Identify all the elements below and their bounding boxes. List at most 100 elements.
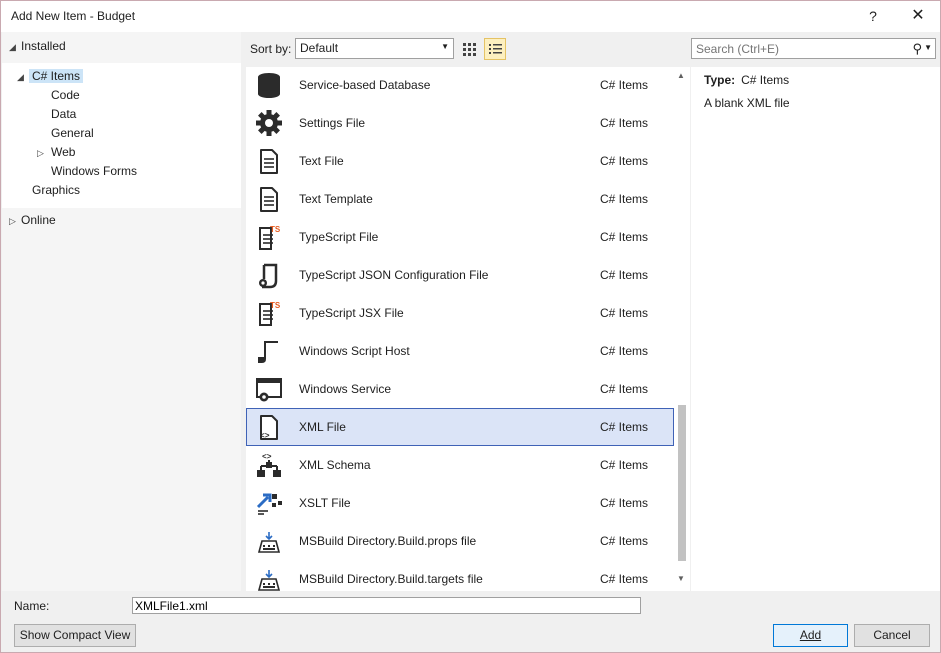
tree-item-csharp-items[interactable]: ◢ C# Items: [17, 67, 84, 87]
template-item-name: Text Template: [299, 192, 373, 206]
close-button[interactable]: ✕: [903, 5, 933, 27]
type-label: Type:: [704, 73, 736, 87]
template-item[interactable]: Service-based Database C# Items: [246, 67, 674, 104]
text-file-icon: [254, 147, 284, 175]
type-value: C# Items: [741, 73, 790, 87]
svg-text:<>: <>: [262, 453, 272, 462]
xslt-file-icon: [254, 489, 284, 517]
search-input[interactable]: [692, 39, 910, 58]
template-item[interactable]: TypeScript JSON Configuration File C# Ite…: [246, 256, 674, 294]
item-description: A blank XML file: [704, 96, 790, 110]
tree-item-data[interactable]: Data: [51, 105, 76, 124]
tree-item-label: C# Items: [29, 69, 84, 83]
template-item-name: TypeScript JSON Configuration File: [299, 268, 489, 282]
template-item[interactable]: Windows Script Host C# Items: [246, 332, 674, 370]
svg-text:TS: TS: [270, 301, 281, 310]
scrollbar-thumb[interactable]: [678, 405, 686, 561]
list-view-button[interactable]: [484, 38, 506, 60]
template-item[interactable]: XSLT File C# Items: [246, 484, 674, 522]
json-config-icon: [254, 261, 284, 289]
search-box[interactable]: ⚲ ▼: [691, 38, 936, 59]
template-item-category: C# Items: [600, 382, 649, 396]
name-label: Name:: [14, 599, 50, 613]
help-button[interactable]: ?: [858, 5, 888, 27]
typescript-jsx-icon: TS: [254, 299, 284, 327]
sort-by-dropdown[interactable]: Default ▼: [295, 38, 454, 59]
template-item-name: XML File: [299, 420, 346, 434]
template-item-name: Windows Service: [299, 382, 392, 396]
template-item-name: MSBuild Directory.Build.props file: [299, 534, 477, 548]
template-item[interactable]: Text Template C# Items: [246, 180, 674, 218]
template-item-name: Settings File: [299, 116, 366, 130]
svg-text:<>: <>: [260, 432, 270, 441]
template-item[interactable]: TS TypeScript File C# Items: [246, 218, 674, 256]
add-button-label: Add: [799, 628, 822, 642]
template-item[interactable]: <> XML Schema C# Items: [246, 446, 674, 484]
template-item-category: C# Items: [600, 458, 649, 472]
template-item-category: C# Items: [600, 192, 649, 206]
tree-item-web[interactable]: ▷ Web: [37, 143, 75, 162]
tree-item-code[interactable]: Code: [51, 86, 80, 105]
windows-service-icon: [254, 375, 284, 403]
xml-file-icon: <>: [254, 413, 284, 441]
template-item-category: C# Items: [600, 496, 649, 510]
show-compact-view-label: Show Compact View: [19, 628, 131, 642]
dropdown-arrow-icon: ▼: [441, 42, 449, 51]
template-item-name: Service-based Database: [299, 78, 431, 92]
template-item-name: XSLT File: [299, 496, 351, 510]
cancel-button-label: Cancel: [873, 628, 911, 642]
tree-item-online[interactable]: ▷ Online: [9, 211, 56, 230]
expanded-arrow-icon[interactable]: ◢: [17, 68, 29, 87]
details-pane: Type: C# Items A blank XML file: [691, 67, 940, 591]
template-item[interactable]: Windows Service C# Items: [246, 370, 674, 408]
scroll-down-icon[interactable]: ▼: [677, 574, 685, 583]
template-list: Service-based Database C# Items Settings F…: [246, 67, 674, 591]
collapsed-arrow-icon[interactable]: ▷: [37, 144, 49, 163]
template-item-name: MSBuild Directory.Build.targets file: [299, 572, 483, 586]
cancel-button[interactable]: Cancel: [854, 624, 930, 647]
tree-item-graphics[interactable]: Graphics: [32, 181, 80, 200]
tree-item-windows-forms[interactable]: Windows Forms: [51, 162, 137, 181]
add-new-item-dialog: Add New Item - Budget ? ✕ ◢ Installed ◢ C#…: [0, 0, 941, 653]
svg-text:TS: TS: [270, 225, 281, 234]
template-item-category: C# Items: [600, 268, 649, 282]
xml-schema-icon: <>: [254, 451, 284, 479]
name-input[interactable]: [132, 597, 641, 614]
template-item-name: TypeScript File: [299, 230, 379, 244]
expanded-arrow-icon[interactable]: ◢: [9, 38, 21, 57]
template-item-category: C# Items: [600, 230, 649, 244]
template-item-category: C# Items: [600, 78, 649, 92]
tree-item-label: Installed: [21, 39, 66, 53]
msbuild-targets-icon: [254, 565, 284, 591]
template-item[interactable]: MSBuild Directory.Build.props file C# Ite…: [246, 522, 674, 560]
template-item-name: Text File: [299, 154, 344, 168]
template-item[interactable]: MSBuild Directory.Build.targets file C# I…: [246, 560, 674, 591]
template-item[interactable]: TS TypeScript JSX File C# Items: [246, 294, 674, 332]
search-icon[interactable]: ⚲: [912, 41, 922, 57]
script-host-icon: [254, 337, 284, 365]
tree-item-label: Web: [51, 145, 76, 159]
template-item[interactable]: Text File C# Items: [246, 142, 674, 180]
template-item-category: C# Items: [600, 306, 649, 320]
scroll-up-icon[interactable]: ▲: [677, 71, 685, 80]
title-bar: Add New Item - Budget ? ✕: [1, 1, 940, 32]
collapsed-arrow-icon[interactable]: ▷: [9, 212, 21, 231]
gear-icon: [254, 109, 284, 137]
template-item[interactable]: <> XML File C# Items: [246, 408, 674, 446]
search-options-dropdown-icon[interactable]: ▼: [924, 43, 932, 52]
tree-item-installed[interactable]: ◢ Installed: [9, 37, 66, 56]
typescript-file-icon: TS: [254, 223, 284, 251]
add-button[interactable]: Add: [773, 624, 848, 647]
template-list-scrollbar[interactable]: ▲ ▼: [674, 67, 690, 591]
dialog-title: Add New Item - Budget: [11, 9, 136, 23]
template-item[interactable]: Settings File C# Items: [246, 104, 674, 142]
database-icon: [254, 71, 284, 99]
show-compact-view-button[interactable]: Show Compact View: [14, 624, 136, 647]
template-item-category: C# Items: [600, 420, 649, 434]
template-item-name: Windows Script Host: [299, 344, 410, 358]
sort-by-label: Sort by:: [250, 42, 292, 56]
small-icons-view-button[interactable]: [458, 38, 480, 60]
tree-item-general[interactable]: General: [51, 124, 94, 143]
sort-by-value: Default: [300, 41, 339, 55]
type-info: Type: C# Items: [704, 73, 789, 87]
